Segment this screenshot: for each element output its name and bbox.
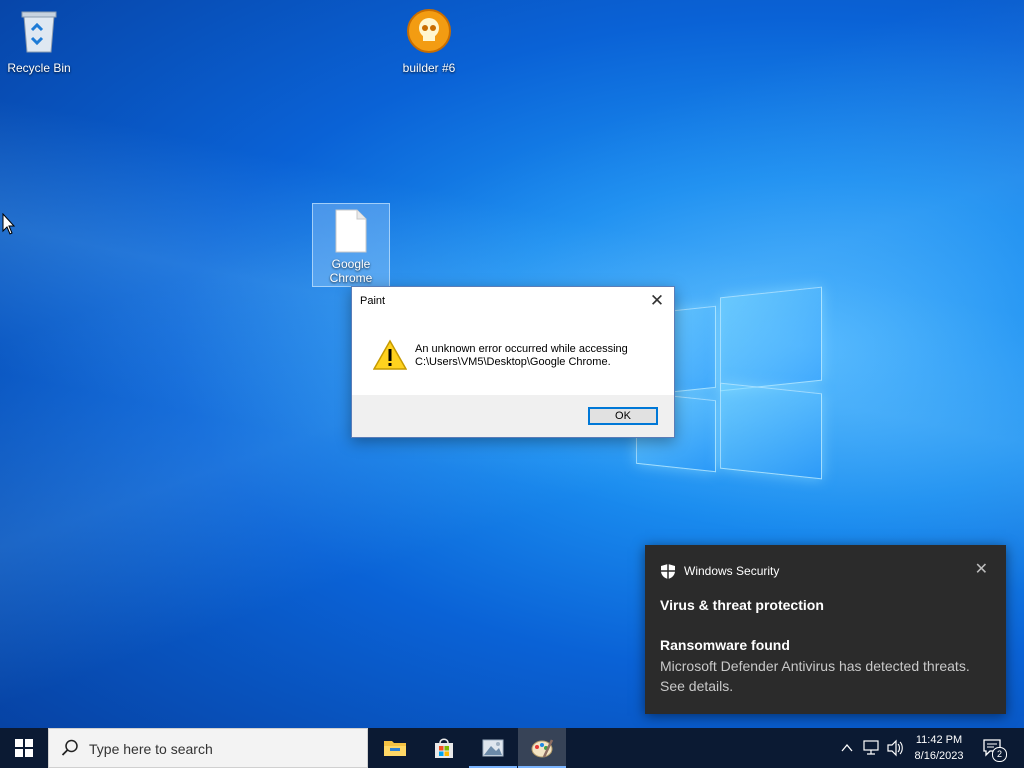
dialog-message: An unknown error occurred while accessin…: [415, 343, 628, 369]
shield-icon: [661, 564, 675, 579]
taskbar-image-viewer[interactable]: [469, 728, 517, 768]
search-placeholder: Type here to search: [89, 741, 213, 757]
desktop-icon-label: builder #6: [402, 61, 456, 75]
dialog-message-line: C:\Users\VM5\Desktop\Google Chrome.: [415, 356, 611, 368]
ok-button[interactable]: OK: [588, 407, 658, 425]
taskbar-file-explorer[interactable]: [371, 728, 419, 768]
blank-file-icon: [335, 209, 367, 253]
search-icon: [61, 739, 78, 756]
close-icon[interactable]: ✕: [648, 292, 666, 310]
desktop-icon-label: Google Chrome: [329, 257, 373, 285]
dialog-message-line: An unknown error occurred while accessin…: [415, 343, 628, 355]
windows-icon: [15, 739, 33, 757]
close-icon[interactable]: ✕: [975, 559, 988, 579]
toast-body: Microsoft Defender Antivirus has detecte…: [660, 658, 970, 694]
dialog-titlebar[interactable]: Paint ✕: [352, 287, 674, 315]
system-clock[interactable]: 11:42 PM 8/16/2023: [905, 732, 973, 764]
warning-icon: [373, 339, 407, 370]
notification-count-badge: 2: [992, 747, 1007, 762]
action-center-button[interactable]: 2: [982, 738, 1007, 762]
error-dialog: Paint ✕ An unknown error occurred while …: [351, 286, 675, 438]
dialog-footer: OK: [352, 395, 674, 437]
taskbar: Type here to search 11:42 PM 8/16/2023 2: [0, 728, 1024, 768]
desktop-icon-label: Recycle Bin: [7, 61, 71, 75]
mouse-cursor-icon: [2, 213, 16, 235]
network-icon[interactable]: [862, 728, 880, 768]
image-viewer-icon: [482, 739, 504, 757]
toast-subheading: Ransomware found: [660, 637, 790, 653]
chevron-up-icon[interactable]: [840, 728, 854, 768]
skull-icon: [407, 9, 451, 53]
toast-heading: Virus & threat protection: [660, 597, 824, 613]
file-explorer-icon: [384, 741, 406, 756]
clock-date: 8/16/2023: [914, 750, 964, 762]
taskbar-paint[interactable]: [518, 728, 566, 768]
clock-time: 11:42 PM: [915, 734, 963, 746]
taskbar-microsoft-store[interactable]: [420, 728, 468, 768]
desktop-icon-builder[interactable]: builder #6: [391, 8, 467, 75]
volume-icon[interactable]: [886, 728, 904, 768]
microsoft-store-icon: [435, 738, 453, 758]
desktop-icon-google-chrome[interactable]: Google Chrome: [312, 203, 390, 287]
desktop-icon-recycle-bin[interactable]: Recycle Bin: [1, 8, 77, 75]
dialog-title: Paint: [360, 295, 386, 307]
recycle-bin-icon: [21, 11, 57, 53]
start-button[interactable]: [0, 728, 48, 768]
paint-icon: [531, 739, 554, 758]
taskbar-search-box[interactable]: Type here to search: [48, 728, 368, 768]
security-notification-toast[interactable]: Windows Security ✕ Virus & threat protec…: [645, 545, 1006, 714]
toast-app-name: Windows Security: [684, 564, 780, 578]
